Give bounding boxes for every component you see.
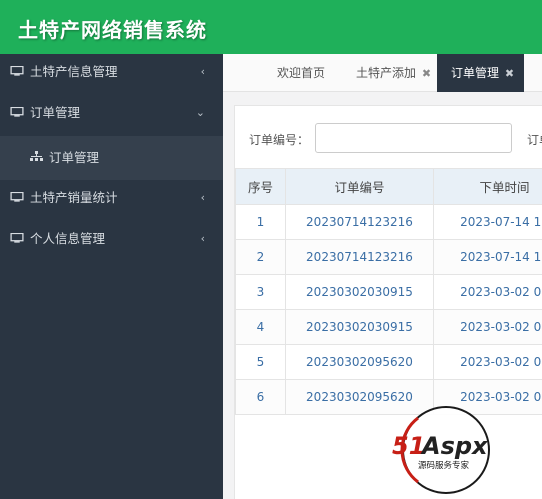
table-cell: 20230714123216 — [285, 239, 434, 275]
tab-bar: 欢迎首页 土特产添加 ✖ 订单管理 ✖ — [223, 54, 542, 92]
order-number-input[interactable] — [315, 123, 512, 153]
sidebar-item-orders[interactable]: 订单管理 ⌄ — [0, 95, 223, 136]
watermark-logo: 51 Aspx 源码服务专家 — [392, 406, 490, 494]
table-cell: 20230302030915 — [285, 274, 434, 310]
sidebar-subitem-label: 订单管理 — [49, 150, 100, 165]
monitor-icon — [10, 232, 24, 243]
table-row[interactable]: 5 20230302095620 2023-03-02 09 — [235, 344, 542, 380]
chevron-left-icon: ‹ — [200, 191, 205, 204]
table-cell: 2023-03-02 03 — [433, 309, 542, 345]
column-header: 序号 — [235, 168, 286, 205]
table-row[interactable]: 3 20230302030915 2023-03-02 03 — [235, 274, 542, 310]
chevron-left-icon: ‹ — [200, 65, 205, 78]
tab-order-management[interactable]: 订单管理 ✖ — [437, 54, 525, 92]
svg-text:源码服务专家: 源码服务专家 — [418, 460, 470, 471]
column-header: 下单时间 — [433, 168, 542, 205]
column-header: 订单编号 — [285, 168, 434, 205]
table-cell: 20230302030915 — [285, 309, 434, 345]
tab-product-add[interactable]: 土特产添加 ✖ — [356, 54, 431, 92]
table-cell: 2 — [235, 239, 286, 275]
svg-text:Aspx: Aspx — [420, 432, 489, 460]
table-cell: 2023-07-14 12 — [433, 239, 542, 275]
close-icon[interactable]: ✖ — [422, 67, 431, 80]
monitor-icon — [10, 191, 24, 202]
tab-label: 欢迎首页 — [277, 66, 326, 80]
chevron-down-icon: ⌄ — [195, 106, 205, 119]
monitor-icon — [10, 65, 24, 76]
table-cell: 6 — [235, 379, 286, 415]
table-cell: 20230714123216 — [285, 204, 434, 240]
chevron-left-icon: ‹ — [200, 232, 205, 245]
tab-label: 订单管理 — [451, 66, 500, 80]
table-cell: 1 — [235, 204, 286, 240]
sidebar-item-personal-info[interactable]: 个人信息管理 ‹ — [0, 221, 223, 262]
table-cell: 2023-03-02 09 — [433, 344, 542, 380]
table-cell: 3 — [235, 274, 286, 310]
sidebar-item-label: 土特产信息管理 — [30, 64, 118, 79]
sidebar-item-label: 土特产销量统计 — [30, 190, 118, 205]
table-row[interactable]: 1 20230714123216 2023-07-14 12 — [235, 204, 542, 240]
tab-welcome[interactable]: 欢迎首页 — [277, 54, 325, 92]
table-cell: 2023-03-02 03 — [433, 274, 542, 310]
close-icon[interactable]: ✖ — [505, 67, 514, 80]
orders-table: 序号 订单编号 下单时间 1 20230714123216 2023-07-14… — [235, 168, 542, 415]
search-label: 订单编号： — [249, 133, 310, 147]
table-cell: 20230302095620 — [285, 344, 434, 380]
search-label-2: 订单 — [527, 133, 542, 147]
table-row[interactable]: 2 20230714123216 2023-07-14 12 — [235, 239, 542, 275]
tab-label: 土特产添加 — [356, 66, 417, 80]
table-header-row: 序号 订单编号 下单时间 — [235, 168, 542, 205]
table-row[interactable]: 4 20230302030915 2023-03-02 03 — [235, 309, 542, 345]
sidebar-item-sales-stats[interactable]: 土特产销量统计 ‹ — [0, 180, 223, 221]
app-title: 土特产网络销售系统 — [18, 18, 207, 42]
top-header: 土特产网络销售系统 — [0, 0, 542, 54]
sidebar-item-label: 个人信息管理 — [30, 231, 106, 246]
svg-text:51: 51 — [392, 432, 425, 460]
sidebar-item-label: 订单管理 — [30, 105, 81, 120]
table-cell: 4 — [235, 309, 286, 345]
monitor-icon — [10, 106, 24, 117]
sidebar-item-product-info[interactable]: 土特产信息管理 ‹ — [0, 54, 223, 95]
sidebar-subitem-order-management[interactable]: 订单管理 — [0, 136, 223, 180]
table-cell: 5 — [235, 344, 286, 380]
sitemap-icon — [30, 151, 43, 161]
table-cell: 2023-07-14 12 — [433, 204, 542, 240]
sidebar: 土特产信息管理 ‹ 订单管理 ⌄ 订单管理 土特产销量统计 ‹ 个人信息管理 ‹ — [0, 54, 223, 499]
